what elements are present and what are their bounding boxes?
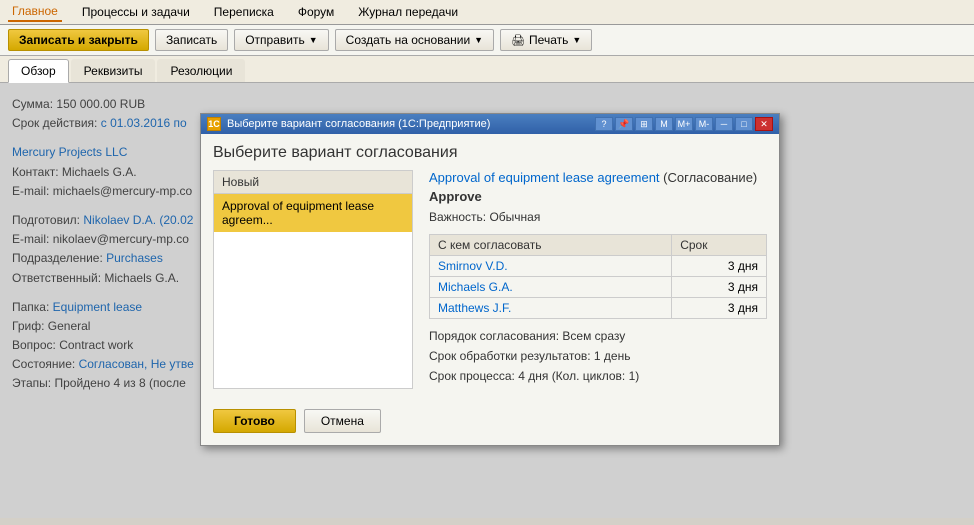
modal-m-btn[interactable]: M <box>655 117 673 131</box>
person-matthews[interactable]: Matthews J.F. <box>430 298 672 319</box>
days-matthews: 3 дня <box>672 298 767 319</box>
process-line: Срок процесса: 4 дня (Кол. циклов: 1) <box>429 369 767 383</box>
modal-close-btn[interactable]: ✕ <box>755 117 773 131</box>
table-row: Michaels G.A. 3 дня <box>430 277 767 298</box>
agreement-table: С кем согласовать Срок Smirnov V.D. 3 дн… <box>429 234 767 319</box>
table-row: Smirnov V.D. 3 дня <box>430 256 767 277</box>
ok-button[interactable]: Готово <box>213 409 296 433</box>
menu-bar: Главное Процессы и задачи Переписка Фору… <box>0 0 974 25</box>
save-button[interactable]: Записать <box>155 29 228 51</box>
agreement-title[interactable]: Approval of equipment lease agreement (С… <box>429 170 767 185</box>
send-button[interactable]: Отправить <box>234 29 328 51</box>
left-panel-header: Новый <box>214 171 412 194</box>
days-smirnov: 3 дня <box>672 256 767 277</box>
modal-body: Новый Approval of equipment lease agreem… <box>201 170 779 401</box>
col-header-term: Срок <box>672 235 767 256</box>
print-button[interactable]: Печать <box>500 29 592 51</box>
modal-help-btn[interactable]: ? <box>595 117 613 131</box>
tab-resolutions[interactable]: Резолюции <box>157 59 245 82</box>
order-line: Порядок согласования: Всем сразу <box>429 329 767 343</box>
processing-line: Срок обработки результатов: 1 день <box>429 349 767 363</box>
save-close-button[interactable]: Записать и закрыть <box>8 29 149 51</box>
menu-item-journal[interactable]: Журнал передачи <box>354 3 462 21</box>
menu-item-correspondence[interactable]: Переписка <box>210 3 278 21</box>
modal-grid-btn[interactable]: ⊞ <box>635 117 653 131</box>
modal-title: Выберите вариант согласования <box>201 134 779 170</box>
modal-mminus-btn[interactable]: M- <box>695 117 713 131</box>
modal-footer: Готово Отмена <box>201 401 779 445</box>
tab-requisites[interactable]: Реквизиты <box>71 59 156 82</box>
modal-pin-btn[interactable]: 📌 <box>615 117 633 131</box>
modal-right-panel: Approval of equipment lease agreement (С… <box>413 170 767 389</box>
modal-dialog: 1С Выберите вариант согласования (1С:Пре… <box>200 113 780 446</box>
modal-titlebar: 1С Выберите вариант согласования (1С:Пре… <box>201 114 779 134</box>
modal-mplus-btn[interactable]: M+ <box>675 117 693 131</box>
printer-icon <box>511 33 525 47</box>
menu-item-forum[interactable]: Форум <box>294 3 338 21</box>
cancel-button[interactable]: Отмена <box>304 409 381 433</box>
menu-item-main[interactable]: Главное <box>8 2 62 22</box>
tabs: Обзор Реквизиты Резолюции <box>0 56 974 83</box>
person-smirnov[interactable]: Smirnov V.D. <box>430 256 672 277</box>
menu-item-processes[interactable]: Процессы и задачи <box>78 3 194 21</box>
main-content: Сумма: 150 000.00 RUB Срок действия: с 0… <box>0 83 974 518</box>
modal-left-panel: Новый Approval of equipment lease agreem… <box>213 170 413 389</box>
create-based-button[interactable]: Создать на основании <box>335 29 494 51</box>
person-michaels[interactable]: Michaels G.A. <box>430 277 672 298</box>
col-header-who: С кем согласовать <box>430 235 672 256</box>
approve-subtitle: Approve <box>429 189 767 204</box>
days-michaels: 3 дня <box>672 277 767 298</box>
toolbar: Записать и закрыть Записать Отправить Со… <box>0 25 974 56</box>
importance-line: Важность: Обычная <box>429 210 767 224</box>
left-panel-item-0[interactable]: Approval of equipment lease agreem... <box>214 194 412 232</box>
modal-app-icon: 1С <box>207 117 221 131</box>
modal-controls: ? 📌 ⊞ M M+ M- ─ □ ✕ <box>595 117 773 131</box>
tab-overview[interactable]: Обзор <box>8 59 69 83</box>
modal-min-btn[interactable]: ─ <box>715 117 733 131</box>
modal-titlebar-text: Выберите вариант согласования (1С:Предпр… <box>227 118 490 130</box>
modal-titlebar-left: 1С Выберите вариант согласования (1С:Пре… <box>207 117 490 131</box>
table-row: Matthews J.F. 3 дня <box>430 298 767 319</box>
modal-max-btn[interactable]: □ <box>735 117 753 131</box>
